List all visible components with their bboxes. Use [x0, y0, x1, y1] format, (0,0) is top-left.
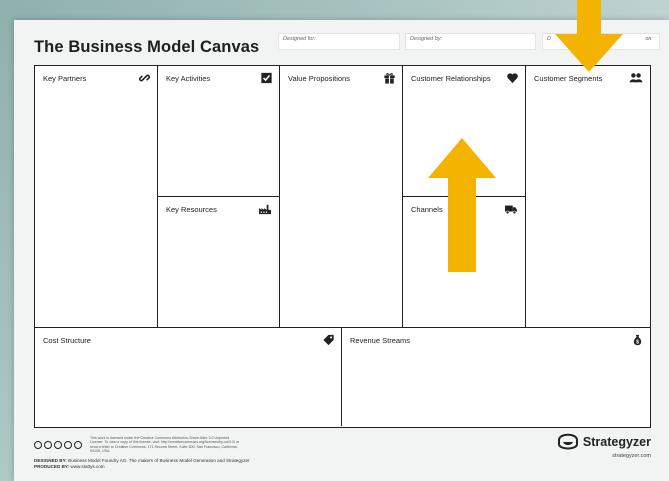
cost-structure-label: Cost Structure: [43, 336, 91, 345]
money-bag-icon: $: [633, 334, 642, 345]
value-propositions-label: Value Propositions: [288, 74, 350, 83]
brand-url[interactable]: strategyzer.com: [557, 453, 651, 459]
share-alike-icon: [54, 440, 62, 449]
heart-icon: [507, 73, 518, 84]
designed-by-credit: DESIGNED BY: Business Model Foundry AG. …: [34, 458, 250, 470]
key-activities-block[interactable]: Key Activities: [158, 66, 280, 197]
page-title: The Business Model Canvas: [34, 38, 260, 56]
info-icon: [74, 440, 82, 449]
strategyzer-brand: Strategyzer strategyzer.com: [557, 432, 651, 459]
key-activities-label: Key Activities: [166, 74, 211, 83]
canvas-grid: Key Partners Key Activities Key Resource…: [34, 65, 651, 428]
noncommercial-icon: [64, 440, 72, 449]
designed-by-label: Designed by:: [410, 36, 443, 42]
link-icon: [138, 74, 151, 82]
attribution-icon: [44, 440, 52, 449]
price-tag-icon: [323, 334, 334, 346]
arrow-down-icon: [555, 0, 623, 72]
gift-icon: [384, 73, 395, 84]
designed-by-credit-text: Business Model Foundry AG. The makers of…: [68, 457, 250, 463]
svg-text:$: $: [636, 339, 639, 345]
license-text: This work is licensed under the Creative…: [90, 436, 240, 454]
designed-for-label: Designed for:: [283, 36, 316, 42]
iteration-label: on:: [645, 36, 653, 42]
customer-relationships-label: Customer Relationships: [411, 74, 491, 83]
customer-segments-block[interactable]: Customer Segments: [526, 66, 650, 328]
key-partners-label: Key Partners: [43, 74, 87, 83]
cost-structure-block[interactable]: Cost Structure: [35, 328, 342, 426]
designed-by-field[interactable]: Designed by:: [405, 33, 536, 50]
date-label: D: [547, 36, 551, 42]
arrow-up-icon: [428, 138, 496, 272]
brand-name: Strategyzer: [582, 435, 651, 449]
people-icon: [629, 73, 643, 83]
value-propositions-block[interactable]: Value Propositions: [280, 66, 403, 328]
creative-commons-icon: [34, 440, 42, 449]
key-partners-block[interactable]: Key Partners: [35, 66, 158, 328]
designed-for-field[interactable]: Designed for:: [278, 33, 400, 50]
footer-credits: This work is licensed under the Creative…: [34, 436, 250, 470]
revenue-streams-block[interactable]: Revenue Streams $: [342, 328, 650, 426]
produced-by-link[interactable]: www.stattys.com: [70, 464, 104, 469]
factory-icon: [259, 204, 271, 215]
truck-icon: [505, 205, 517, 215]
produced-by-label: PRODUCED BY:: [34, 463, 70, 469]
strategyzer-logo-icon: [557, 433, 578, 450]
designed-by-credit-label: DESIGNED BY:: [34, 457, 67, 463]
canvas-sheet: The Business Model Canvas Designed for: …: [14, 20, 669, 481]
revenue-streams-label: Revenue Streams: [350, 336, 411, 345]
key-resources-label: Key Resources: [166, 205, 217, 214]
checkbox-icon: [261, 72, 272, 84]
key-resources-block[interactable]: Key Resources: [158, 197, 280, 328]
